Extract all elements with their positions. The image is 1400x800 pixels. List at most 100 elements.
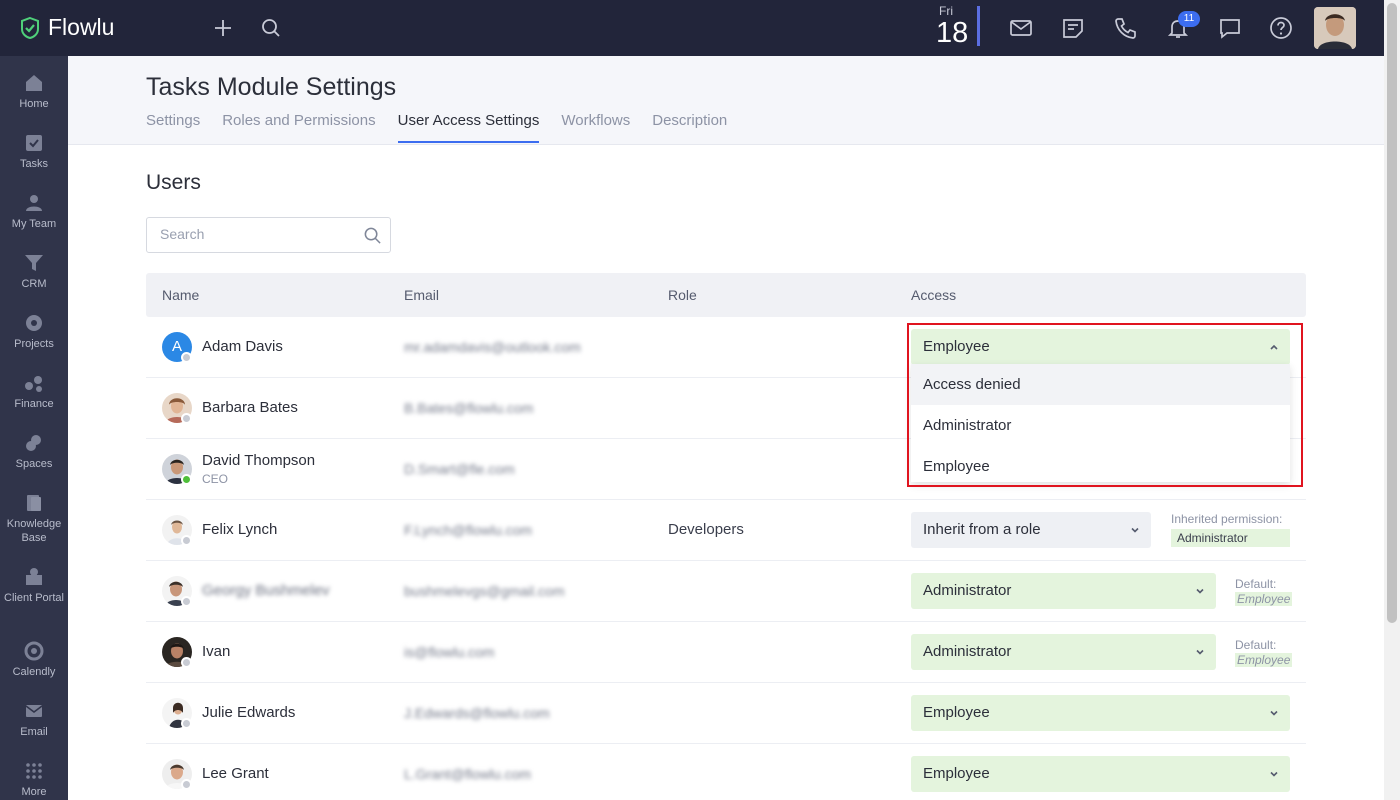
user-name[interactable]: David Thompson (202, 452, 315, 469)
sidebar-item-crm[interactable]: CRM (0, 251, 68, 291)
chevron-down-icon (1131, 527, 1139, 533)
access-select[interactable]: Administrator (911, 634, 1216, 670)
chat-icon[interactable] (1217, 15, 1243, 41)
sidebar-item-label: Home (19, 98, 49, 110)
highlight-annotation (907, 323, 1303, 487)
status-dot (181, 779, 192, 790)
mail-icon[interactable] (1008, 15, 1034, 41)
user-name[interactable]: Barbara Bates (202, 399, 298, 416)
user-name[interactable]: Julie Edwards (202, 704, 295, 721)
sidebar-item-client-portal[interactable]: Client Portal (0, 565, 68, 605)
access-select[interactable]: Employee (911, 695, 1290, 731)
user-avatar[interactable] (1314, 7, 1356, 49)
sidebar-item-projects[interactable]: Projects (0, 311, 68, 351)
status-dot (181, 413, 192, 424)
status-dot (181, 352, 192, 363)
sidebar-item-label: Projects (14, 338, 54, 350)
tab-roles-and-permissions[interactable]: Roles and Permissions (222, 112, 375, 143)
user-email: J.Edwards@flowlu.com (404, 705, 550, 721)
sidebar-item-email[interactable]: Email (0, 699, 68, 739)
user-email: L.Grant@flowlu.com (404, 766, 532, 782)
access-select[interactable]: Inherit from a role (911, 512, 1151, 548)
default-value: Employee (1235, 592, 1293, 606)
sidebar-item-more[interactable]: More (0, 759, 68, 799)
tasks-icon (26, 135, 42, 151)
access-select[interactable]: Administrator (911, 573, 1216, 609)
sidebar-item-label: Client Portal (4, 592, 64, 604)
user-name[interactable]: Ivan (202, 643, 230, 660)
default-label: Default: (1235, 577, 1277, 591)
sidebar-item-spaces[interactable]: Spaces (0, 431, 68, 471)
status-dot-online (181, 474, 192, 485)
table-row: Ivan is@flowlu.com Administrator Default… (146, 622, 1306, 683)
tab-settings[interactable]: Settings (146, 112, 200, 143)
sidebar-item-knowledge-base[interactable]: Knowledge Base (0, 491, 68, 545)
section-title: Users (146, 171, 201, 194)
column-header-name[interactable]: Name (162, 287, 199, 303)
home-icon (26, 75, 42, 91)
tab-user-access-settings[interactable]: User Access Settings (397, 112, 540, 143)
page-title: Tasks Module Settings (146, 73, 397, 101)
column-header-email[interactable]: Email (404, 287, 439, 303)
sidebar-item-label: Calendly (12, 666, 56, 678)
date-weekday: Fri (939, 4, 953, 18)
sidebar-item-calendly[interactable]: Calendly (0, 639, 68, 679)
date-widget[interactable]: Fri 18 (936, 4, 968, 48)
column-header-access[interactable]: Access (911, 287, 956, 303)
more-icon (26, 763, 42, 779)
user-email: mr.adamdavis@outlook.com (404, 339, 581, 355)
status-dot (181, 535, 192, 546)
search-box (146, 217, 391, 253)
chevron-down-icon (1196, 588, 1204, 594)
user-email: D.Smart@fle.com (404, 461, 515, 477)
user-email: is@flowlu.com (404, 644, 495, 660)
email-icon (25, 705, 43, 717)
access-select[interactable]: Employee (911, 756, 1290, 792)
status-dot (181, 596, 192, 607)
chevron-down-icon (1270, 710, 1278, 716)
team-icon (26, 195, 42, 211)
sidebar-item-label: Tasks (19, 158, 49, 170)
column-header-role[interactable]: Role (668, 287, 697, 303)
app-name: Flowlu (48, 14, 115, 40)
table-row: Felix Lynch F.Lynch@flowlu.com Developer… (146, 500, 1306, 561)
status-dot (181, 657, 192, 668)
user-role: Developers (668, 521, 744, 538)
user-name[interactable]: Georgy Bushmelev (202, 582, 330, 599)
client-portal-icon (26, 568, 42, 585)
scrollbar-thumb[interactable] (1387, 3, 1397, 623)
access-select-value: Administrator (923, 643, 1012, 660)
notes-icon[interactable] (1060, 15, 1086, 41)
sidebar-item-label: Email (20, 726, 48, 738)
sidebar-item-label: More (21, 786, 47, 798)
sidebar-item-finance[interactable]: Finance (0, 371, 68, 411)
flowlu-logo[interactable]: Flowlu (18, 14, 114, 41)
access-select-value: Inherit from a role (923, 521, 1041, 538)
plus-icon[interactable] (211, 16, 235, 40)
search-icon[interactable] (259, 16, 283, 40)
spaces-icon (26, 435, 41, 451)
user-name[interactable]: Adam Davis (202, 338, 283, 355)
projects-icon (26, 315, 42, 331)
chevron-down-icon (1196, 649, 1204, 655)
help-icon[interactable] (1268, 15, 1294, 41)
access-select-value: Employee (923, 704, 990, 721)
search-input[interactable] (160, 226, 350, 242)
sidebar-item-tasks[interactable]: Tasks (0, 131, 68, 171)
date-day: 18 (936, 17, 969, 49)
tab-description[interactable]: Description (652, 112, 727, 143)
finance-icon (25, 376, 42, 392)
sidebar-item-my-team[interactable]: My Team (0, 191, 68, 231)
user-name[interactable]: Felix Lynch (202, 521, 277, 538)
sidebar-item-label: Knowledge Base (6, 518, 62, 544)
tab-workflows[interactable]: Workflows (561, 112, 630, 143)
user-name[interactable]: Lee Grant (202, 765, 269, 782)
calendly-icon (24, 641, 44, 661)
phone-icon[interactable] (1112, 15, 1138, 41)
sidebar-item-home[interactable]: Home (0, 71, 68, 111)
status-dot (181, 718, 192, 729)
inherited-permission-value: Administrator (1171, 529, 1290, 547)
user-email: B.Bates@flowlu.com (404, 400, 534, 416)
table-header: Name Email Role Access (146, 273, 1306, 317)
search-icon[interactable] (363, 226, 382, 245)
